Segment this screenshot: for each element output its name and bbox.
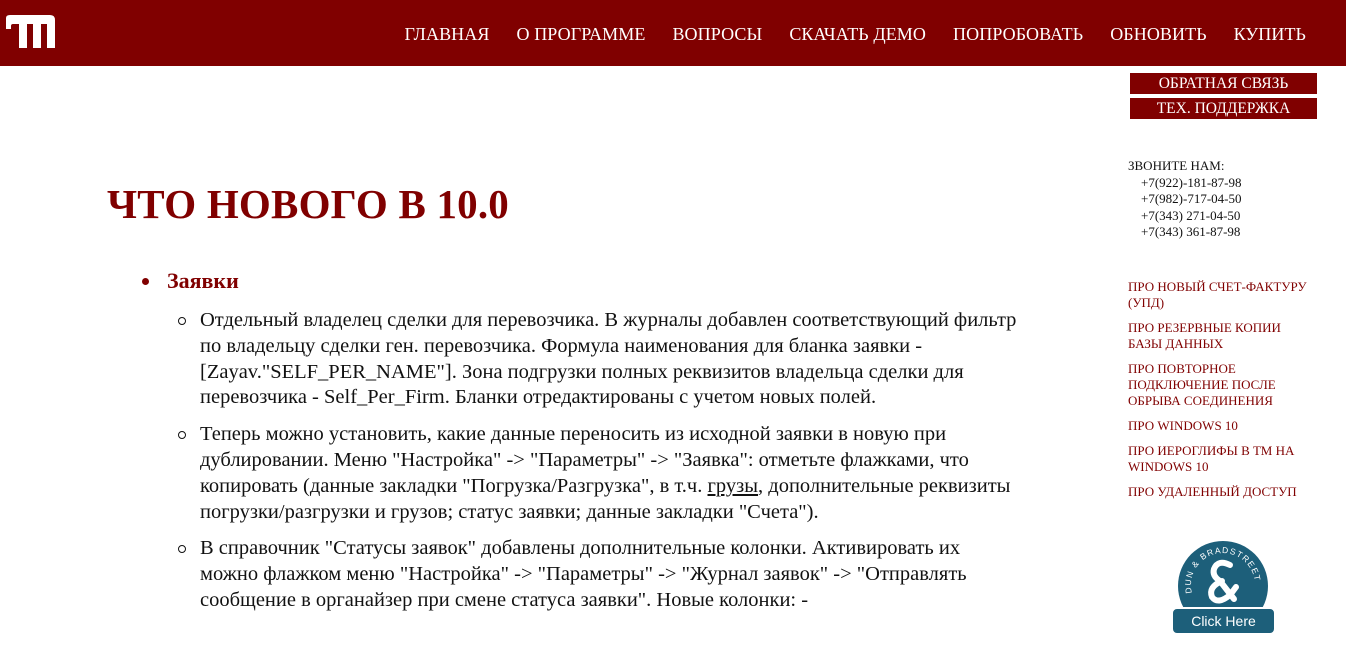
list-item: Отдельный владелец сделки для перевозчик…: [178, 308, 1020, 411]
main-nav: ГЛАВНАЯ О ПРОГРАММЕ ВОПРОСЫ СКАЧАТЬ ДЕМО…: [405, 0, 1346, 66]
contact-phones: ЗВОНИТЕ НАМ: +7(922)-181-87-98 +7(982)-7…: [1128, 158, 1241, 241]
list-item: Теперь можно установить, какие данные пе…: [178, 422, 1020, 525]
nav-link-home[interactable]: ГЛАВНАЯ: [405, 22, 490, 45]
phone-number: +7(982)-717-04-50: [1141, 191, 1242, 206]
phone-number: +7(922)-181-87-98: [1141, 174, 1242, 190]
phone-number: +7(343) 361-87-98: [1141, 224, 1241, 239]
nav-link-buy[interactable]: КУПИТЬ: [1234, 22, 1306, 45]
bullet-icon: [142, 277, 149, 285]
feedback-button[interactable]: ОБРАТНАЯ СВЯЗЬ: [1130, 73, 1317, 94]
nav-link-try[interactable]: ПОПРОБОВАТЬ: [953, 22, 1083, 45]
circle-bullet-icon: [178, 317, 186, 325]
sidebar-link-hieroglyphs[interactable]: ПРО ИЕРОГЛИФЫ В ТМ НА WINDOWS 10: [1128, 443, 1318, 475]
support-button[interactable]: ТЕХ. ПОДДЕРЖКА: [1130, 98, 1317, 119]
call-us-label: ЗВОНИТЕ НАМ:: [1128, 158, 1225, 173]
cargo-term: грузы: [707, 474, 759, 497]
sidebar-link-backups[interactable]: ПРО РЕЗЕРВНЫЕ КОПИИ БАЗЫ ДАННЫХ: [1128, 320, 1318, 352]
page-title: ЧТО НОВОГО В 10.0: [107, 181, 510, 227]
sidebar-links: ПРО НОВЫЙ СЧЕТ-ФАКТУРУ (УПД) ПРО РЕЗЕРВН…: [1128, 279, 1318, 509]
tm-logo-icon[interactable]: [4, 14, 56, 50]
nav-link-download-demo[interactable]: СКАЧАТЬ ДЕМО: [789, 22, 926, 45]
sidebar-link-reconnect[interactable]: ПРО ПОВТОРНОЕ ПОДКЛЮЧЕНИЕ ПОСЛЕ ОБРЫВА С…: [1128, 361, 1318, 409]
sidebar-link-remote-access[interactable]: ПРО УДАЛЕННЫЙ ДОСТУП: [1128, 484, 1318, 500]
dun-bradstreet-badge[interactable]: DUN & BRADSTREET Click Here: [1170, 541, 1277, 635]
list-item-text: Отдельный владелец сделки для перевозчик…: [200, 309, 1017, 409]
feature-list: Отдельный владелец сделки для перевозчик…: [140, 308, 1020, 614]
section-title: Заявки: [167, 268, 239, 293]
main-content: Заявки Отдельный владелец сделки для пер…: [140, 268, 1020, 625]
nav-link-about[interactable]: О ПРОГРАММЕ: [517, 22, 646, 45]
list-item-text: В справочник "Статусы заявок" добавлены …: [200, 537, 967, 611]
list-item: В справочник "Статусы заявок" добавлены …: [178, 536, 1020, 613]
click-here-button[interactable]: Click Here: [1171, 607, 1276, 635]
sidebar-link-windows10[interactable]: ПРО WINDOWS 10: [1128, 418, 1318, 434]
section-heading: Заявки: [140, 268, 1020, 294]
phone-number: +7(343) 271-04-50: [1141, 207, 1241, 223]
circle-bullet-icon: [178, 545, 186, 554]
top-navigation-bar: ГЛАВНАЯ О ПРОГРАММЕ ВОПРОСЫ СКАЧАТЬ ДЕМО…: [0, 0, 1346, 66]
nav-link-faq[interactable]: ВОПРОСЫ: [672, 22, 762, 45]
sidebar-link-upd[interactable]: ПРО НОВЫЙ СЧЕТ-ФАКТУРУ (УПД): [1128, 279, 1318, 311]
circle-bullet-icon: [178, 431, 186, 440]
nav-link-update[interactable]: ОБНОВИТЬ: [1110, 22, 1206, 45]
